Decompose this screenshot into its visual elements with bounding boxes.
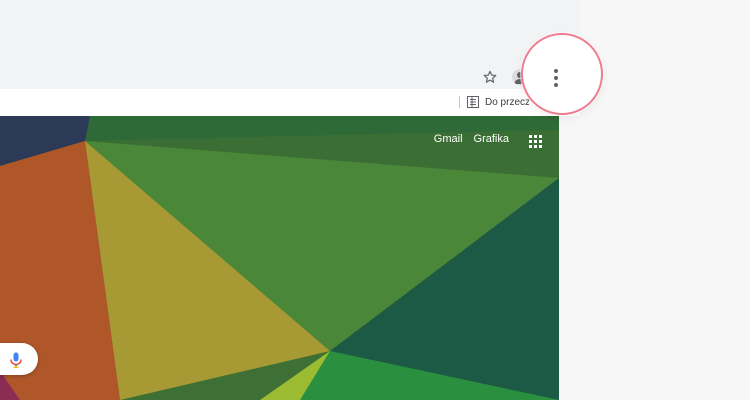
kebab-menu-icon[interactable] [551, 67, 561, 89]
apps-grid-icon[interactable] [529, 135, 542, 148]
star-icon[interactable] [482, 69, 498, 85]
new-tab-page: Gmail Grafika [0, 116, 559, 400]
menu-highlight-ring [521, 33, 603, 115]
reading-list-button[interactable]: Do przeczy [467, 94, 529, 110]
browser-window: Do przeczy Gmail Grafika [0, 0, 750, 400]
address-bar[interactable] [0, 67, 504, 89]
mic-icon[interactable] [9, 352, 23, 368]
background-image [0, 116, 559, 400]
images-link[interactable]: Grafika [474, 133, 509, 145]
top-links: Gmail Grafika [434, 133, 509, 145]
gmail-link[interactable]: Gmail [434, 133, 463, 145]
reading-list-icon [467, 96, 479, 108]
reading-list-label: Do przeczy [485, 96, 529, 108]
bookmarks-divider [459, 96, 460, 108]
